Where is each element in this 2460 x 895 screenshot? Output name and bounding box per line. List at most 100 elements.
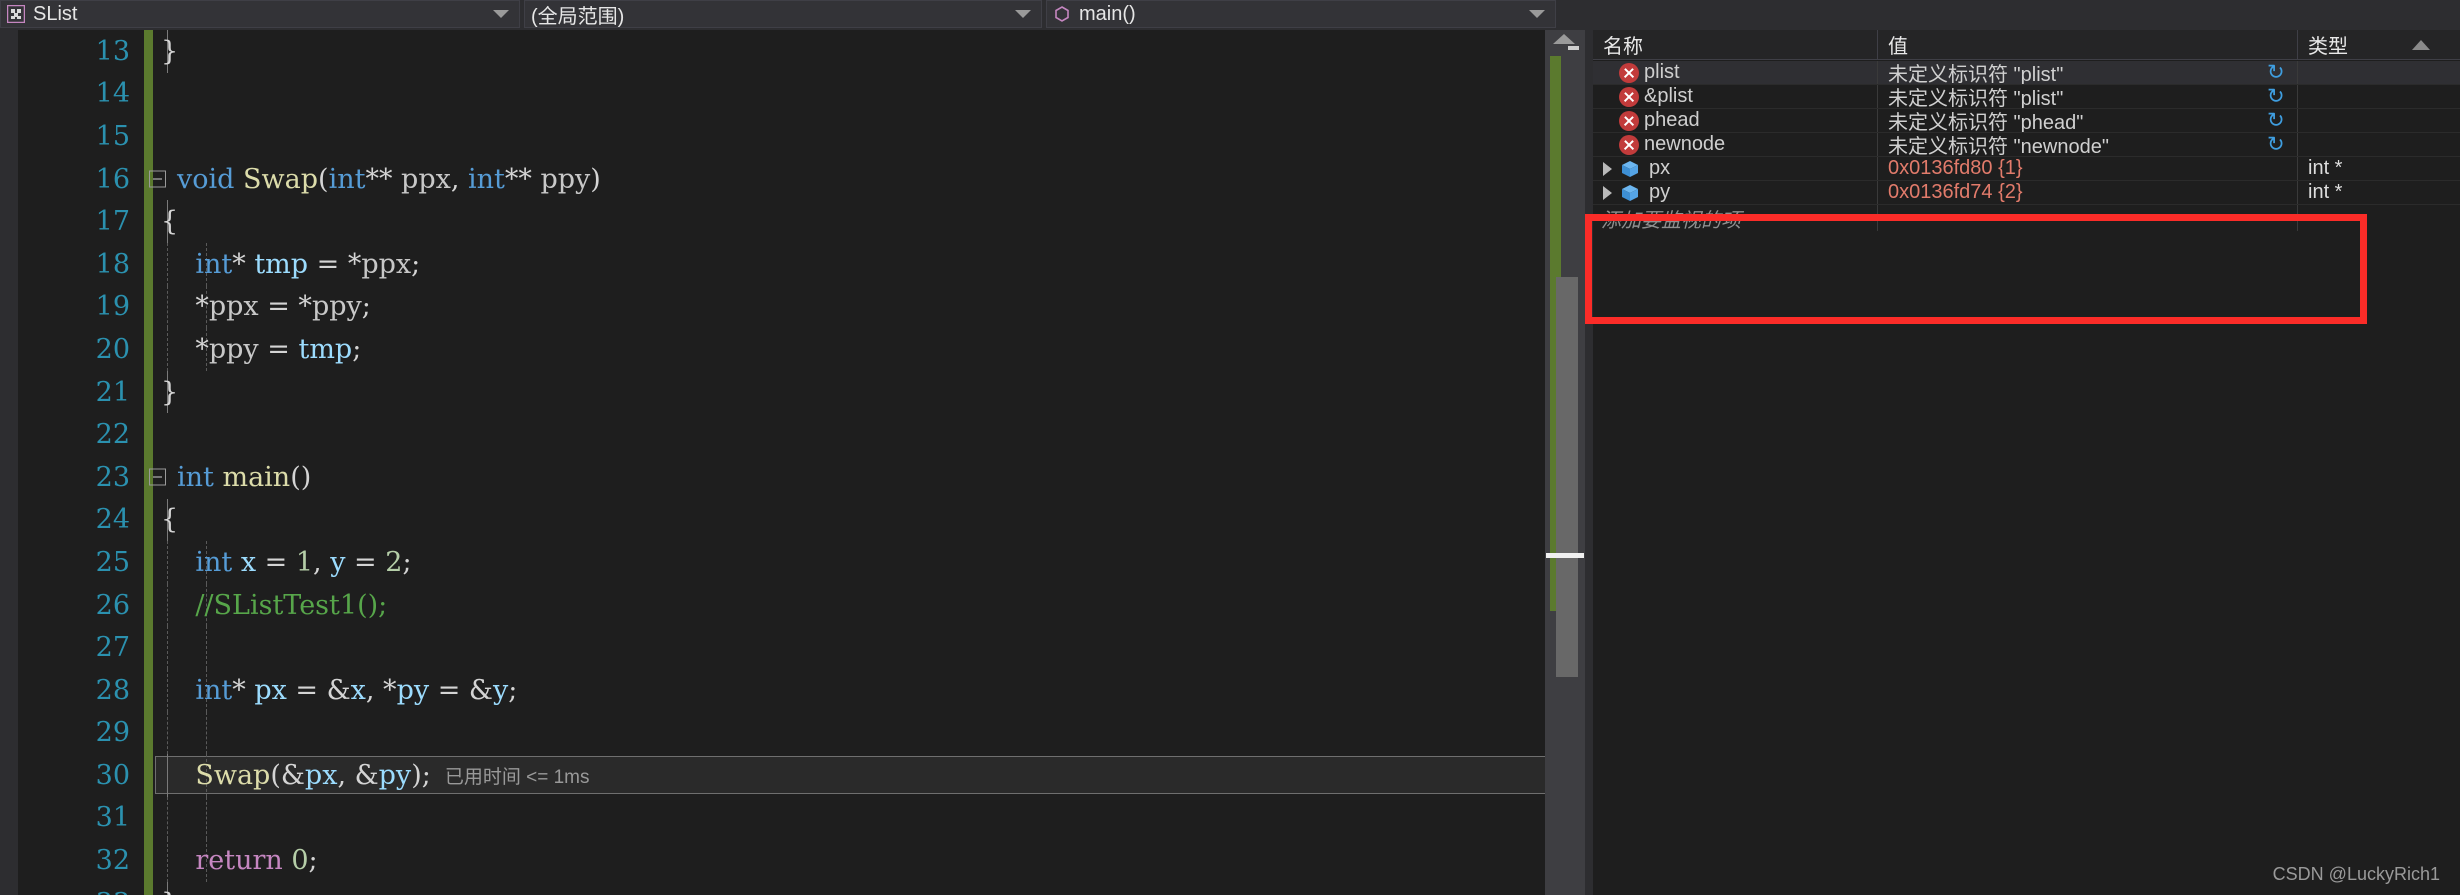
add-watch-type-cell[interactable] [2298,205,2460,231]
watch-rows-container[interactable]: plist 未定义标识符 "plist" ↻ &plist 未定义标识符 "plist"… [1593,61,2460,361]
code-line[interactable]: 29 [18,711,1545,755]
code-line-text[interactable] [153,413,1545,456]
code-tokens: } [161,35,179,67]
code-line[interactable]: 22 [18,413,1545,456]
refresh-icon[interactable]: ↻ [2267,110,2285,131]
code-line[interactable]: 15 [18,115,1545,158]
refresh-icon[interactable]: ↻ [2267,86,2285,107]
code-line[interactable]: 17 { [18,200,1545,243]
watch-cell-name[interactable]: px [1593,157,1878,180]
function-dropdown[interactable]: main() [1046,0,1556,28]
chevron-down-icon[interactable] [1529,10,1545,18]
code-line-text[interactable] [153,73,1545,116]
code-line[interactable]: 19 *ppx = *ppy; [18,285,1545,329]
watch-cell-value[interactable]: 未定义标识符 "plist" ↻ [1878,61,2298,84]
watch-cell-value[interactable]: 0x0136fd74 {2} [1878,181,2298,204]
code-line-text[interactable]: int x = 1, y = 2; [153,541,1545,584]
code-line[interactable]: 20 *ppy = tmp; [18,328,1545,371]
line-number: 18 [95,248,130,280]
watch-cell-name[interactable]: newnode [1593,133,1878,156]
watch-cell-value[interactable]: 未定义标识符 "newnode" ↻ [1878,133,2298,156]
code-line[interactable]: 24 { [18,498,1545,542]
editor-vertical-scrollbar[interactable] [1545,30,1585,895]
watch-panel[interactable]: 名称 值 类型 plist 未定义标识符 "plist" ↻ &plist 未定义标识符… [1585,29,2460,895]
line-number: 16 [95,163,130,195]
watch-row[interactable]: plist 未定义标识符 "plist" ↻ [1593,61,2460,85]
code-line-text[interactable] [153,711,1545,755]
scrollbar-track[interactable] [1545,56,1585,895]
chevron-down-icon[interactable] [493,10,509,18]
chevron-down-icon[interactable] [1015,10,1031,18]
code-line-text[interactable]: int* tmp = *ppx; [153,242,1545,286]
code-editor[interactable]: 13} 14 15 16 void Swap(int** ppx, int** ppy)… [0,30,1545,895]
code-line-text[interactable]: } [153,881,1545,895]
change-bar [144,754,153,797]
code-line[interactable]: 27 [18,626,1545,669]
fold-collapse-icon[interactable] [149,468,166,486]
code-line-text[interactable]: *ppx = *ppy; [153,285,1545,329]
watch-cell-name[interactable]: py [1593,181,1878,204]
code-line[interactable]: 25 int x = 1, y = 2; [18,541,1545,584]
add-watch-name-cell[interactable]: 添加要监视的项 [1593,205,1878,232]
code-line[interactable]: 21} [18,370,1545,414]
code-line-text[interactable]: int* px = &x, *py = &y; [153,668,1545,712]
code-line[interactable]: 28 int* px = &x, *py = &y; [18,668,1545,712]
refresh-icon[interactable]: ↻ [2267,62,2285,83]
watch-header-value[interactable]: 值 [1878,29,2298,60]
code-line[interactable]: 14 [18,72,1545,116]
code-line-text[interactable] [153,796,1545,840]
watch-header-name[interactable]: 名称 [1593,29,1878,60]
code-line[interactable]: 16 void Swap(int** ppx, int** ppy) [18,157,1545,201]
scope-dropdown[interactable]: (全局范围) [524,0,1042,28]
code-lines-container[interactable]: 13} 14 15 16 void Swap(int** ppx, int** ppy)… [18,30,1545,895]
project-dropdown[interactable]: SList [0,0,520,28]
code-line-text[interactable]: void Swap(int** ppx, int** ppy) [149,158,1545,201]
watch-row[interactable]: phead 未定义标识符 "phead" ↻ [1593,109,2460,133]
watch-row[interactable]: newnode 未定义标识符 "newnode" ↻ [1593,133,2460,157]
add-watch-value-cell[interactable] [1878,205,2298,231]
watch-row[interactable]: &plist 未定义标识符 "plist" ↻ [1593,85,2460,109]
code-line-text[interactable]: { [153,498,1545,542]
code-line[interactable]: 33} [18,881,1545,895]
code-line[interactable]: 18 int* tmp = *ppx; [18,242,1545,286]
pointer-variable-icon [1620,183,1640,203]
code-line-text[interactable] [153,626,1545,669]
scroll-up-icon[interactable] [1553,34,1575,44]
watch-row[interactable]: py 0x0136fd74 {2} int * [1593,181,2460,205]
code-line-text[interactable]: { [153,200,1545,243]
code-line-text[interactable]: *ppy = tmp; [153,328,1545,371]
watch-cell-name[interactable]: phead [1593,109,1878,132]
code-line-text[interactable]: return 0; [153,839,1545,882]
watch-cell-name[interactable]: plist [1593,61,1878,84]
code-line[interactable]: 32 return 0; [18,839,1545,882]
sort-ascending-icon[interactable] [2412,39,2430,50]
code-line-text[interactable]: Swap(&px, &py); 已用时间 <= 1ms [153,754,1545,797]
scrollbar-thumb[interactable] [1556,277,1578,677]
fold-collapse-icon[interactable] [149,170,166,188]
expand-arrow-icon[interactable] [1603,185,1612,200]
code-line[interactable]: 26 //SListTest1(); [18,583,1545,627]
code-line-text[interactable]: } [153,370,1545,414]
add-watch-row[interactable]: 添加要监视的项 [1593,205,2460,232]
watch-row[interactable]: px 0x0136fd80 {1} int * [1593,157,2460,181]
watch-cell-name[interactable]: &plist [1593,85,1878,108]
code-line[interactable]: 31 [18,796,1545,840]
watch-header-type[interactable]: 类型 [2298,30,2438,60]
watch-name-text: px [1649,157,1671,179]
line-number: 14 [95,78,130,110]
watch-cell-value[interactable]: 0x0136fd80 {1} [1878,157,2298,180]
code-line[interactable]: 13} [18,30,1545,73]
code-line-text[interactable]: int main() [149,456,1545,499]
refresh-icon[interactable]: ↻ [2267,134,2285,155]
code-line-text[interactable]: } [153,30,1545,73]
code-line-text[interactable] [153,115,1545,158]
code-line[interactable]: 23 int main() [18,455,1545,499]
change-bar [144,711,153,755]
panel-splitter[interactable] [1585,30,1593,895]
error-icon [1619,86,1639,107]
code-line[interactable]: 30 Swap(&px, &py); 已用时间 <= 1ms [18,754,1545,797]
code-line-text[interactable]: //SListTest1(); [153,583,1545,627]
watch-cell-value[interactable]: 未定义标识符 "phead" ↻ [1878,109,2298,132]
expand-arrow-icon[interactable] [1603,161,1612,176]
watch-cell-value[interactable]: 未定义标识符 "plist" ↻ [1878,85,2298,108]
